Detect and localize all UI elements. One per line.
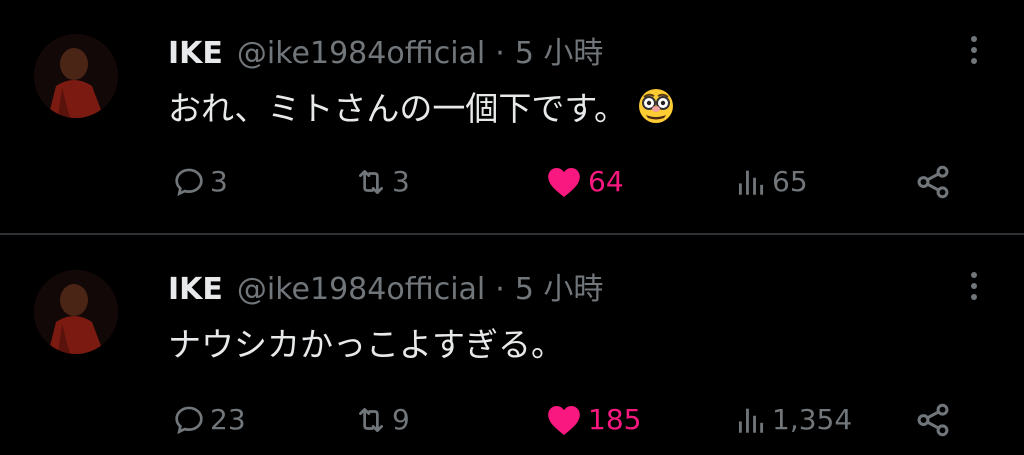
display-name[interactable]: IKE (168, 36, 223, 71)
reply-button[interactable]: 23 (172, 396, 246, 444)
tweet[interactable]: IKE @ike1984official · 5 小時 ナウシカかっこよすぎる。… (0, 236, 1024, 455)
avatar-image (34, 270, 118, 354)
tweet-text: おれ、ミトさんの一個下です。 (168, 89, 628, 128)
tweet-text-container: おれ、ミトさんの一個下です。 (168, 82, 675, 130)
views-icon (738, 170, 764, 195)
reply-icon (175, 406, 203, 435)
more-icon[interactable] (970, 272, 978, 302)
views-count: 65 (772, 165, 808, 198)
tweet-actions: 3 3 64 65 (168, 158, 968, 206)
views-count: 1,354 (772, 403, 853, 436)
tweet-text-container: ナウシカかっこよすぎる。 (168, 318, 564, 366)
heart-icon (548, 168, 580, 197)
reply-count: 23 (210, 403, 246, 436)
timestamp[interactable]: 5 小時 (515, 264, 604, 308)
separator-dot: · (495, 272, 505, 307)
tweet-text: ナウシカかっこよすぎる。 (168, 325, 564, 364)
retweet-button[interactable]: 9 (354, 396, 410, 444)
retweet-count: 9 (392, 403, 410, 436)
tweet-actions: 23 9 185 1,354 (168, 396, 968, 444)
retweet-button[interactable]: 3 (354, 158, 410, 206)
views-icon (738, 408, 764, 433)
share-icon (917, 165, 949, 199)
avatar[interactable] (34, 34, 118, 118)
display-name[interactable]: IKE (168, 272, 223, 307)
more-icon[interactable] (970, 36, 978, 66)
like-button[interactable]: 64 (544, 158, 624, 206)
reply-count: 3 (210, 165, 228, 198)
disguised-face-emoji (637, 87, 675, 125)
like-count: 64 (588, 165, 624, 198)
timestamp[interactable]: 5 小時 (515, 28, 604, 72)
retweet-icon (359, 408, 383, 432)
reply-button[interactable]: 3 (172, 158, 228, 206)
like-button[interactable]: 185 (544, 396, 641, 444)
tweet[interactable]: IKE @ike1984official · 5 小時 おれ、ミトさんの一個下で… (0, 0, 1024, 234)
separator-dot: · (495, 36, 505, 71)
retweet-count: 3 (392, 165, 410, 198)
divider (0, 233, 1024, 235)
share-button[interactable] (914, 396, 956, 444)
user-handle[interactable]: @ike1984official (237, 36, 485, 71)
user-handle[interactable]: @ike1984official (237, 272, 485, 307)
views-button[interactable]: 65 (734, 158, 808, 206)
heart-icon (548, 406, 580, 435)
tweet-header: IKE @ike1984official · 5 小時 (168, 264, 603, 310)
avatar-image (34, 34, 118, 118)
reply-icon (175, 168, 203, 197)
retweet-icon (359, 170, 383, 194)
share-icon (917, 403, 949, 437)
share-button[interactable] (914, 158, 956, 206)
tweet-header: IKE @ike1984official · 5 小時 (168, 28, 603, 74)
like-count: 185 (588, 403, 642, 436)
views-button[interactable]: 1,354 (734, 396, 852, 444)
avatar[interactable] (34, 270, 118, 354)
